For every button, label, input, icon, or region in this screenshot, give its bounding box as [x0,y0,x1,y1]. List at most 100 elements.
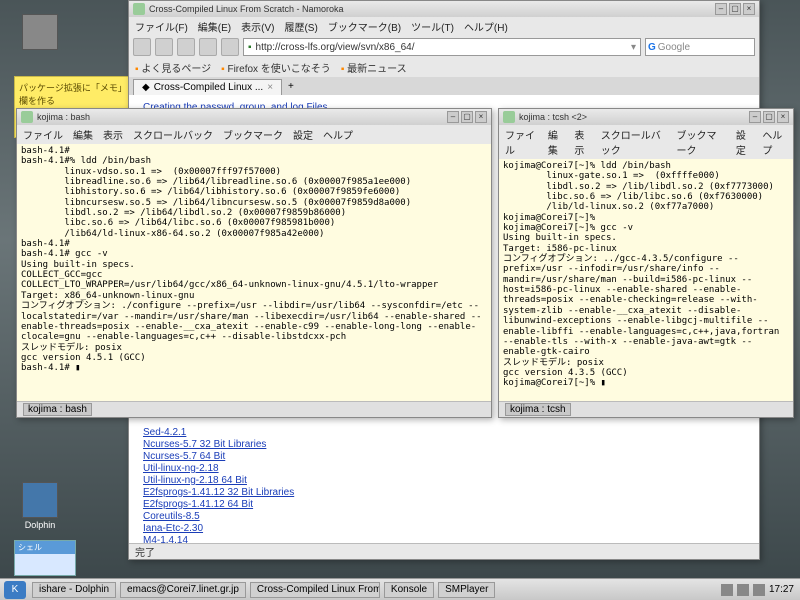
clock[interactable]: 17:27 [769,584,794,595]
menu-item[interactable]: ツール(T) [411,19,454,34]
content-link[interactable]: Util-linux-ng-2.18 [143,463,745,474]
terminal-menubar: ファイル 編集 表示 スクロールバック ブックマーク 設定 ヘルプ [17,125,491,144]
browser-toolbar: ▪ http://cross-lfs.org/view/svn/x86_64/ … [129,36,759,58]
taskbar-task[interactable]: ishare - Dolphin [32,582,116,598]
terminal-tab-label[interactable]: kojima : bash [23,403,92,416]
menu-item[interactable]: ヘルプ [762,127,787,157]
terminal-window-tcsh[interactable]: kojima : tcsh <2> – ▢ × ファイル 編集 表示 スクロール… [498,108,794,418]
menu-item[interactable]: 設定 [736,127,752,157]
url-text: http://cross-lfs.org/view/svn/x86_64/ [256,42,415,53]
forward-button[interactable] [155,38,173,56]
app-icon [22,14,58,50]
tray-icon[interactable] [753,584,765,596]
content-link[interactable]: Ncurses-5.7 32 Bit Libraries [143,439,745,450]
menu-item[interactable]: 表示 [574,127,590,157]
content-link[interactable]: M4-1.4.14 [143,535,745,543]
bookmark-item[interactable]: よく見るページ [135,60,211,75]
menu-item[interactable]: 表示 [103,127,123,142]
terminal-tab-label[interactable]: kojima : tcsh [505,403,571,416]
dolphin-icon [22,482,58,518]
home-button[interactable] [221,38,239,56]
content-link[interactable]: Coreutils-8.5 [143,511,745,522]
tab-close-icon[interactable]: × [267,82,273,93]
menu-item[interactable]: 設定 [293,127,313,142]
site-icon: ▪ [248,42,252,53]
terminal-icon [503,111,515,123]
content-link[interactable]: Sed-4.2.1 [143,427,745,438]
taskbar-task[interactable]: Konsole [384,582,434,598]
content-link[interactable]: Iana-Etc-2.30 [143,523,745,534]
content-link[interactable]: Util-linux-ng-2.18 64 Bit [143,475,745,486]
menu-item[interactable]: 編集 [73,127,93,142]
maximize-button[interactable]: ▢ [461,111,473,123]
dropdown-icon[interactable]: ▾ [631,42,636,53]
minimize-button[interactable]: – [715,3,727,15]
menu-item[interactable]: 表示(V) [241,19,274,34]
window-title: Cross-Compiled Linux From Scratch - Namo… [149,4,344,14]
menu-item[interactable]: ブックマーク(B) [328,19,401,34]
window-title: kojima : tcsh <2> [519,112,587,122]
menu-item[interactable]: ブックマーク [223,127,283,142]
task-label: emacs@Corei7.linet.gr.jp [127,584,239,595]
menu-item[interactable]: ヘルプ [323,127,353,142]
taskbar-task[interactable]: emacs@Corei7.linet.gr.jp [120,582,246,598]
bookmark-item[interactable]: Firefox を使いこなそう [221,60,331,75]
stop-button[interactable] [199,38,217,56]
back-button[interactable] [133,38,151,56]
system-tray: 17:27 [715,584,800,596]
close-button[interactable]: × [743,3,755,15]
search-placeholder: Google [658,42,690,53]
menu-item[interactable]: スクロールバック [601,127,667,157]
maximize-button[interactable]: ▢ [729,3,741,15]
terminal-output[interactable]: bash-4.1# bash-4.1#% ldd /bin/bash linux… [17,144,491,401]
content-link[interactable]: E2fsprogs-1.41.12 64 Bit [143,499,745,510]
minimize-button[interactable]: – [447,111,459,123]
browser-tab[interactable]: ◆ Cross-Compiled Linux ... × [133,79,282,95]
menu-item[interactable]: ブックマーク [677,127,726,157]
taskbar-task[interactable]: Cross-Compiled Linux From S... [250,582,380,598]
new-tab-button[interactable]: + [282,79,300,95]
menu-item[interactable]: 編集(E) [198,19,231,34]
tray-icon[interactable] [737,584,749,596]
browser-titlebar[interactable]: Cross-Compiled Linux From Scratch - Namo… [129,1,759,17]
close-button[interactable]: × [777,111,789,123]
bookmark-bar: よく見るページ Firefox を使いこなそう 最新ニュース [129,58,759,77]
content-link[interactable]: Ncurses-5.7 64 Bit [143,451,745,462]
terminal-titlebar[interactable]: kojima : bash – ▢ × [17,109,491,125]
task-label: ishare - Dolphin [39,584,109,595]
window-title: kojima : bash [37,112,90,122]
search-input[interactable]: G Google [645,38,755,56]
menu-item[interactable]: スクロールバック [133,127,213,142]
maximize-button[interactable]: ▢ [763,111,775,123]
url-input[interactable]: ▪ http://cross-lfs.org/view/svn/x86_64/ … [243,38,641,56]
content-link[interactable]: E2fsprogs-1.41.12 32 Bit Libraries [143,487,745,498]
terminal-titlebar[interactable]: kojima : tcsh <2> – ▢ × [499,109,793,125]
reload-button[interactable] [177,38,195,56]
task-label: Cross-Compiled Linux From S... [257,584,380,595]
desktop-icon-dolphin[interactable]: Dolphin [18,482,62,530]
taskbar-task[interactable]: SMPlayer [438,582,495,598]
tab-favicon: ◆ [142,82,150,93]
bookmark-item[interactable]: 最新ニュース [341,60,407,75]
minimize-button[interactable]: – [749,111,761,123]
tab-bar: ◆ Cross-Compiled Linux ... × + [129,77,759,95]
menu-item[interactable]: ファイル [23,127,63,142]
menu-item[interactable]: ファイル(F) [135,19,188,34]
terminal-output[interactable]: kojima@Corei7[~]% ldd /bin/bash linux-ga… [499,159,793,401]
tray-icon[interactable] [721,584,733,596]
menu-item[interactable]: ファイル [505,127,538,157]
status-text: 完了 [135,544,155,559]
close-button[interactable]: × [475,111,487,123]
terminal-window-bash[interactable]: kojima : bash – ▢ × ファイル 編集 表示 スクロールバック … [16,108,492,418]
terminal-icon [21,111,33,123]
start-button[interactable]: K [4,581,26,599]
task-label: Konsole [391,584,427,595]
desktop-icon[interactable] [18,14,62,52]
terminal-menubar: ファイル 編集 表示 スクロールバック ブックマーク 設定 ヘルプ [499,125,793,159]
menu-item[interactable]: 編集 [548,127,564,157]
shell-panel[interactable]: シェル [14,540,76,576]
app-icon [133,3,145,15]
menu-item[interactable]: ヘルプ(H) [464,19,508,34]
menu-item[interactable]: 履歴(S) [284,19,317,34]
terminal-footer: kojima : bash [17,401,491,417]
